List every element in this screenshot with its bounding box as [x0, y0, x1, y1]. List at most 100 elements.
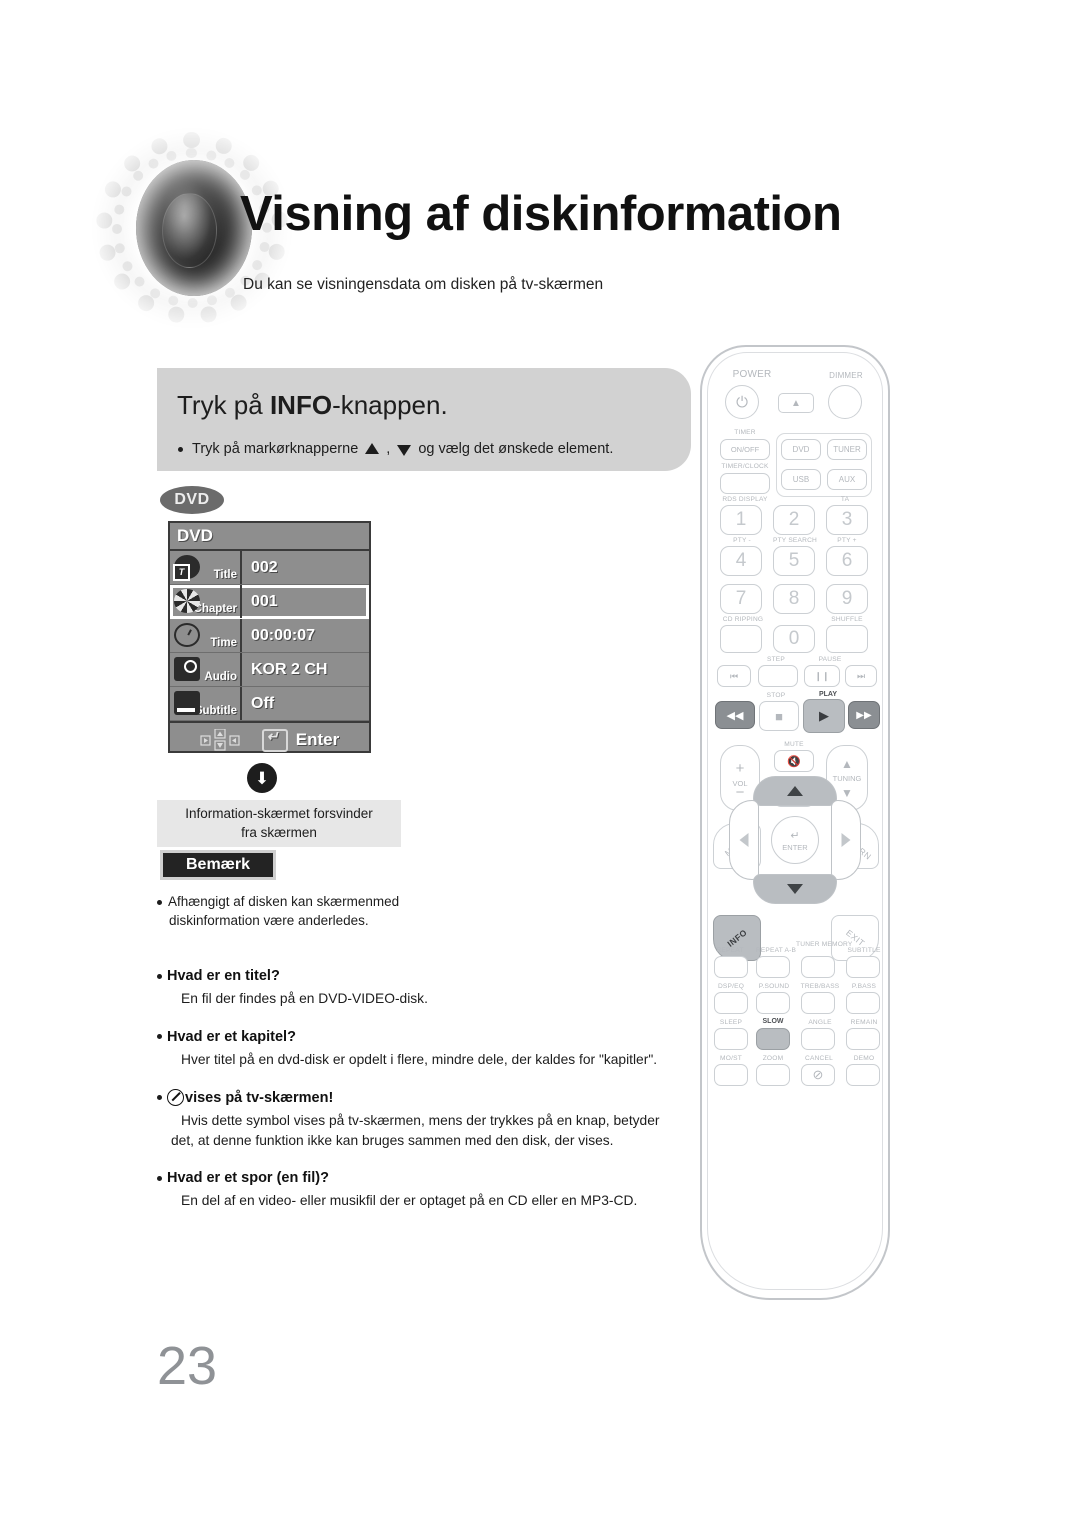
eject-button[interactable]: ▲: [778, 393, 814, 413]
instruction-bullet-pre: Tryk på markørknapperne: [192, 441, 359, 457]
sleep-button[interactable]: [714, 1028, 748, 1050]
right-arrow-icon: [841, 833, 851, 847]
faq-answer: En del af en video- eller musikfil der e…: [181, 1193, 638, 1209]
cancel-button[interactable]: ⊘: [801, 1064, 835, 1086]
osd-row-chapter[interactable]: Chapter 001: [170, 585, 369, 619]
osd-row-title[interactable]: Title 002: [170, 551, 369, 585]
dpad-down-button[interactable]: [753, 874, 837, 904]
power-button[interactable]: ⏻: [725, 385, 759, 419]
faq-question: Hvad er et spor (en fil)?: [157, 1170, 662, 1186]
key-9-button[interactable]: 9: [826, 584, 868, 614]
note-line2: diskinformation være anderledes.: [169, 913, 369, 929]
skip-forward-button[interactable]: ⏭: [845, 665, 877, 687]
pause-button[interactable]: ❙❙: [804, 665, 840, 687]
osd-label-cell: Audio: [170, 653, 242, 686]
osd-panel: DVD Title 002 Chapter 001 Time 00:00:07: [168, 521, 371, 753]
key-7-button[interactable]: 7: [720, 584, 762, 614]
dpad-left-button[interactable]: [729, 800, 759, 880]
dsp-eq-label: DSP/EQ: [717, 983, 745, 990]
zoom-label: ZOOM: [762, 1055, 784, 1062]
osd-title: DVD: [170, 523, 369, 551]
usb-source-button[interactable]: USB: [781, 469, 821, 490]
dpad-icon: [200, 729, 240, 751]
info-button[interactable]: INFO: [713, 915, 761, 961]
slow-button[interactable]: [756, 1028, 790, 1050]
instruction-bullet-post: og vælg det ønskede element.: [418, 441, 614, 457]
repeat-ab-button[interactable]: [756, 956, 790, 978]
pty-minus-label: PTY -: [733, 537, 751, 544]
p-sound-label: P.SOUND: [758, 983, 790, 990]
bullet-dot: [178, 446, 183, 452]
osd-row-label: Subtitle: [194, 705, 237, 717]
osd-row-audio[interactable]: Audio KOR 2 CH: [170, 653, 369, 687]
angle-button[interactable]: [801, 1028, 835, 1050]
key-0-button[interactable]: 0: [773, 625, 815, 653]
key-6-button[interactable]: 6: [826, 546, 868, 576]
mute-button[interactable]: 🔇: [774, 750, 814, 772]
osd-row-label: Title: [213, 569, 237, 581]
timer-clock-button[interactable]: [720, 473, 770, 494]
dsp-eq-button[interactable]: [714, 992, 748, 1014]
dpad-up-button[interactable]: [753, 776, 837, 806]
dimmer-label: DIMMER: [829, 371, 863, 380]
dpad-right-button[interactable]: [831, 800, 861, 880]
bullet-dot: [157, 1095, 162, 1101]
faq-question-text: Hvad er et spor (en fil)?: [167, 1170, 329, 1187]
key-5-button[interactable]: 5: [773, 546, 815, 576]
cd-ripping-button[interactable]: [720, 625, 762, 653]
demo-button[interactable]: [846, 1064, 880, 1086]
bullet-dot: [157, 1034, 162, 1040]
dimmer-button[interactable]: [828, 385, 862, 419]
aux-source-button[interactable]: AUX: [827, 469, 867, 490]
repeat-button[interactable]: [714, 956, 748, 978]
rewind-button[interactable]: ◀◀: [715, 701, 755, 729]
bullet-dot: [157, 1175, 162, 1181]
exit-button[interactable]: EXIT: [831, 915, 879, 961]
faq-question-text: Hvad er en titel?: [167, 968, 280, 984]
treb-bass-label: TREB/BASS: [800, 983, 840, 990]
osd-row-label: Time: [210, 637, 237, 649]
osd-row-time[interactable]: Time 00:00:07: [170, 619, 369, 653]
stop-label: STOP: [766, 692, 786, 699]
bullet-dot: [157, 899, 162, 905]
tuner-memory-button[interactable]: [801, 956, 835, 978]
fast-forward-button[interactable]: ▶▶: [848, 701, 880, 729]
skip-back-button[interactable]: ⏮: [717, 665, 751, 687]
key-3-button[interactable]: 3: [826, 505, 868, 535]
mo-st-label: MO/ST: [720, 1055, 742, 1062]
subtitle-button[interactable]: [846, 956, 880, 978]
stop-button[interactable]: ■: [759, 701, 799, 731]
mo-st-button[interactable]: [714, 1064, 748, 1086]
faq-answer: Hvis dette symbol vises på tv-skærmen, m…: [171, 1113, 660, 1148]
enter-button[interactable]: ↵ ENTER: [771, 816, 819, 864]
p-bass-button[interactable]: [846, 992, 880, 1014]
timer-onoff-button[interactable]: ON/OFF: [720, 439, 770, 460]
enter-key-icon: [261, 728, 288, 752]
key-2-button[interactable]: 2: [773, 505, 815, 535]
osd-row-value: 002: [251, 558, 278, 576]
key-8-button[interactable]: 8: [773, 584, 815, 614]
step-button[interactable]: [758, 665, 798, 687]
shuffle-label: SHUFFLE: [831, 616, 863, 623]
down-arrow-icon: ⬇: [247, 763, 277, 793]
key-4-button[interactable]: 4: [720, 546, 762, 576]
dvd-source-button[interactable]: DVD: [781, 439, 821, 460]
flow-note-line1: Information-skærmet forsvinder: [185, 806, 373, 822]
pty-search-label: PTY SEARCH: [772, 537, 818, 544]
osd-row-subtitle[interactable]: Subtitle Off: [170, 687, 369, 721]
rds-display-label: RDS DISPLAY: [722, 496, 768, 503]
info-label: INFO: [725, 927, 749, 949]
remain-button[interactable]: [846, 1028, 880, 1050]
down-arrow-icon: [787, 884, 803, 894]
faq-question-text: vises på tv-skærmen!: [185, 1089, 334, 1106]
pty-plus-label: PTY +: [837, 537, 857, 544]
shuffle-button[interactable]: [826, 625, 868, 653]
zoom-button[interactable]: [756, 1064, 790, 1086]
pause-label: PAUSE: [818, 656, 842, 663]
treb-bass-button[interactable]: [801, 992, 835, 1014]
play-button[interactable]: ▶: [803, 699, 845, 733]
p-sound-button[interactable]: [756, 992, 790, 1014]
tuner-source-button[interactable]: TUNER: [827, 439, 867, 460]
remain-label: REMAIN: [850, 1019, 878, 1026]
key-1-button[interactable]: 1: [720, 505, 762, 535]
